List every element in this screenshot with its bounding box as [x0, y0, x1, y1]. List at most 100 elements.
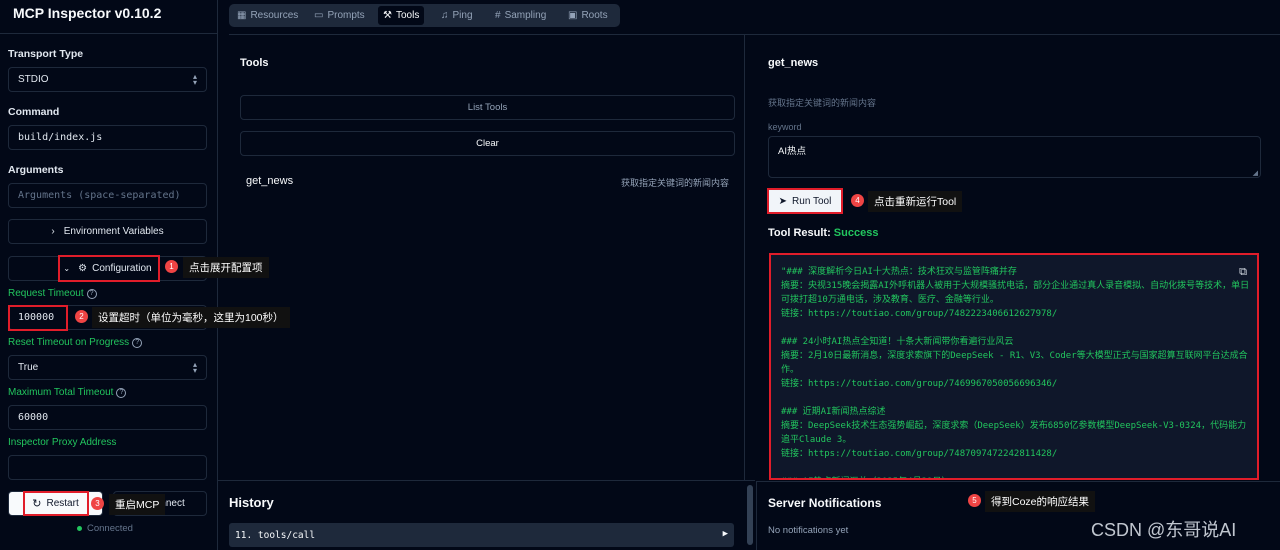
- result-line: 摘要：2月10日最新消息，深度求索旗下的DeepSeek - R1、V3、Cod…: [781, 351, 1248, 375]
- tool-description: 获取指定关键词的新闻内容: [620, 178, 729, 188]
- tool-result-heading: Tool Result: Success: [768, 227, 878, 239]
- help-icon: ?: [132, 337, 143, 348]
- annotation-note-1: 点击展开配置项: [183, 257, 269, 278]
- annotation-badge-1: 1: [165, 260, 178, 273]
- transport-label: Transport Type: [8, 48, 84, 60]
- reset-timeout-label: Reset Timeout on Progress ?: [8, 337, 143, 348]
- annotation-note-5: 得到Coze的响应结果: [985, 491, 1096, 512]
- result-line: [781, 321, 1251, 335]
- copy-icon[interactable]: ⧉: [1239, 265, 1247, 279]
- run-tool-button[interactable]: ➤ Run Tool: [767, 188, 843, 214]
- tab-sampling[interactable]: # Sampling: [490, 6, 551, 25]
- command-label: Command: [8, 106, 60, 118]
- tool-detail-title: get_news: [768, 57, 819, 69]
- arguments-label: Arguments: [8, 164, 64, 176]
- environment-variables-button[interactable]: › Environment Variables: [8, 219, 207, 244]
- result-line: 链接：https://toutiao.com/group/74699670500…: [781, 379, 1058, 389]
- tab-ping[interactable]: ♫ Ping: [436, 6, 478, 25]
- result-line: ### 24小时AI热点全知道！十条大新闻带你看遍行业风云: [781, 337, 1014, 347]
- tab-prompts[interactable]: ▭ Prompts: [309, 6, 370, 25]
- tab-prompts-label: Prompts: [327, 10, 365, 21]
- panel-divider-middle: [744, 34, 745, 480]
- reset-timeout-label-text: Reset Timeout on Progress: [8, 337, 130, 348]
- panel-divider-top: [229, 34, 1280, 35]
- send-icon: ➤: [778, 195, 788, 207]
- clear-button[interactable]: Clear: [240, 131, 735, 156]
- result-line: 链接：https://toutiao.com/group/74870974722…: [781, 449, 1058, 459]
- result-line: "### 深度解析今日AI十大热点：技术狂欢与监管阵痛并存: [781, 267, 1017, 277]
- annotation-note-2: 设置超时（单位为毫秒，这里为100秒）: [92, 307, 290, 328]
- max-timeout-label: Maximum Total Timeout ?: [8, 387, 127, 398]
- annotation-note-4: 点击重新运行Tool: [868, 191, 963, 212]
- command-input[interactable]: build/index.js: [8, 125, 207, 150]
- tools-panel-title: Tools: [240, 57, 269, 69]
- arguments-placeholder: Arguments (space-separated): [18, 190, 181, 201]
- tool-result-box: ⧉ "### 深度解析今日AI十大热点：技术狂欢与监管阵痛并存 摘要：央视315晚…: [769, 253, 1259, 480]
- result-content: "### 深度解析今日AI十大热点：技术狂欢与监管阵痛并存 摘要：央视315晚会揭…: [781, 265, 1257, 478]
- arguments-input[interactable]: Arguments (space-separated): [8, 183, 207, 208]
- resources-icon: ▦: [237, 10, 247, 21]
- result-line: 链接：https://toutiao.com/group/74822234066…: [781, 309, 1058, 319]
- annotation-badge-2: 2: [75, 310, 88, 323]
- tool-list-item[interactable]: get_news 获取指定关键词的新闻内容: [240, 168, 735, 194]
- result-line: [781, 461, 1251, 475]
- tools-icon: ⚒: [383, 10, 392, 21]
- status-dot: [77, 526, 82, 531]
- chevron-updown-icon: ▴ ▾: [192, 360, 197, 375]
- annotation-badge-5: 5: [968, 494, 981, 507]
- roots-icon: ▣: [568, 10, 578, 21]
- request-timeout-label: Request Timeout ?: [8, 288, 97, 299]
- tab-resources-label: Resources: [250, 10, 299, 21]
- history-scrollbar[interactable]: [747, 485, 753, 545]
- reset-timeout-value: True: [18, 362, 39, 373]
- max-timeout-input[interactable]: 60000: [8, 405, 207, 430]
- annotation-note-3: 重启MCP: [109, 494, 166, 515]
- result-line: 摘要：DeepSeek技术生态强势崛起，深度求索（DeepSeek）发布6850…: [781, 421, 1247, 445]
- tab-bar: ▦ Resources ▭ Prompts ⚒ Tools ♫ Ping # S…: [229, 4, 620, 27]
- tab-resources[interactable]: ▦ Resources: [232, 6, 303, 25]
- notifications-title: Server Notifications: [768, 496, 882, 510]
- hash-icon: #: [495, 10, 501, 21]
- resize-handle-icon: ◢: [1252, 170, 1258, 177]
- status-text: Connected: [87, 523, 133, 534]
- tab-tools[interactable]: ⚒ Tools: [378, 6, 425, 25]
- transport-value: STDIO: [18, 74, 49, 85]
- proxy-address-label: Inspector Proxy Address: [8, 437, 116, 448]
- chevron-updown-icon: ▴ ▾: [192, 72, 197, 87]
- proxy-label-text: Inspector Proxy Address: [8, 437, 117, 448]
- tool-name: get_news: [246, 175, 294, 187]
- result-line: ### AI热点新闻汇总（2025年4月21日）: [781, 475, 1251, 478]
- keyword-textarea[interactable]: AI热点 ◢: [768, 136, 1261, 178]
- tab-ping-label: Ping: [452, 10, 473, 21]
- chevron-right-icon: ›: [51, 226, 55, 237]
- result-line: [781, 391, 1251, 405]
- highlight-restart: [23, 491, 89, 516]
- highlight-request-timeout: [8, 305, 68, 331]
- highlight-configuration: [58, 255, 160, 282]
- annotation-badge-4: 4: [851, 194, 864, 207]
- history-panel: History 11. tools/call ▶: [218, 481, 755, 550]
- notifications-empty: No notifications yet: [768, 525, 849, 536]
- result-line: ### 近期AI新闻热点综述: [781, 407, 886, 417]
- history-item-label: 11. tools/call: [235, 530, 316, 541]
- sidebar-divider: [0, 33, 218, 34]
- watermark: CSDN @东哥说AI: [1091, 520, 1237, 540]
- env-button-label: Environment Variables: [63, 226, 164, 237]
- history-title: History: [229, 495, 274, 510]
- history-item[interactable]: 11. tools/call ▶: [229, 523, 734, 547]
- help-icon: ?: [116, 387, 127, 398]
- proxy-address-input[interactable]: [8, 455, 207, 480]
- tab-tools-label: Tools: [395, 10, 420, 21]
- list-tools-button[interactable]: List Tools: [240, 95, 735, 120]
- help-icon: ?: [86, 288, 97, 299]
- keyword-value: AI热点: [778, 146, 806, 157]
- tool-detail-description: 获取指定关键词的新闻内容: [768, 98, 877, 108]
- bell-icon: ♫: [441, 10, 449, 21]
- tab-roots[interactable]: ▣ Roots: [563, 6, 613, 25]
- max-timeout-label-text: Maximum Total Timeout: [8, 387, 114, 398]
- reset-timeout-select[interactable]: True ▴ ▾: [8, 355, 207, 380]
- keyword-label: keyword: [768, 122, 802, 132]
- play-icon[interactable]: ▶: [723, 529, 728, 539]
- transport-select[interactable]: STDIO ▴ ▾: [8, 67, 207, 92]
- request-timeout-label-text: Request Timeout: [8, 288, 84, 299]
